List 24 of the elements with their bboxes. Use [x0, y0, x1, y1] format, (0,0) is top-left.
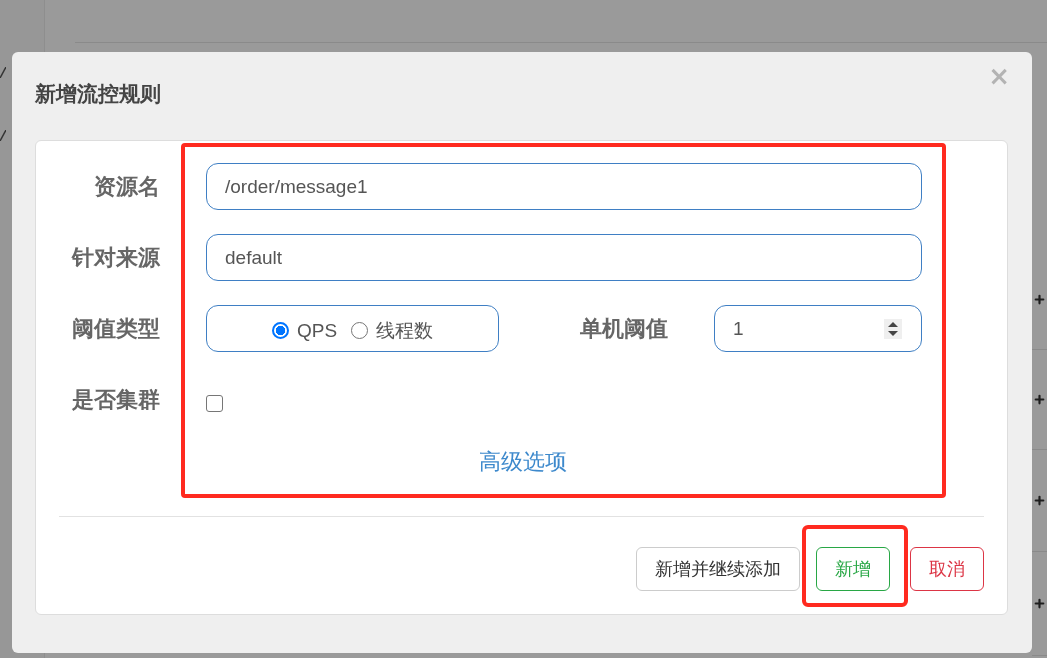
action-button[interactable]: 新增并继续添加 [636, 547, 800, 591]
field-label: 是否集群 [71, 385, 160, 414]
text-field[interactable]: /order/message1 [206, 163, 922, 210]
checkbox[interactable] [206, 395, 223, 412]
advanced-options-link[interactable]: 高级选项 [478, 447, 567, 477]
plus-icon[interactable] [1033, 597, 1046, 610]
radio-icon[interactable] [351, 322, 369, 339]
plus-icon[interactable] [1033, 393, 1046, 406]
radio-option[interactable]: 线程数 [351, 317, 434, 344]
spin-arrows-icon[interactable] [884, 318, 902, 339]
dialog-title: 新增流控规则 [35, 81, 161, 107]
slash-icon [0, 67, 6, 78]
action-button[interactable]: 取消 [910, 547, 984, 591]
plus-icon[interactable] [1033, 293, 1046, 306]
plus-icon[interactable] [1033, 494, 1046, 507]
field-label: 资源名 [93, 172, 160, 201]
text-field[interactable]: default [206, 234, 922, 281]
radio-icon[interactable] [271, 322, 289, 339]
radio-option[interactable]: QPS [271, 319, 338, 342]
number-field[interactable]: 1 [714, 305, 922, 352]
field-label: 针对来源 [70, 243, 160, 272]
field-label: 阈值类型 [71, 314, 160, 343]
slash-icon [0, 130, 6, 141]
field-label: 单机阈值 [579, 314, 669, 343]
